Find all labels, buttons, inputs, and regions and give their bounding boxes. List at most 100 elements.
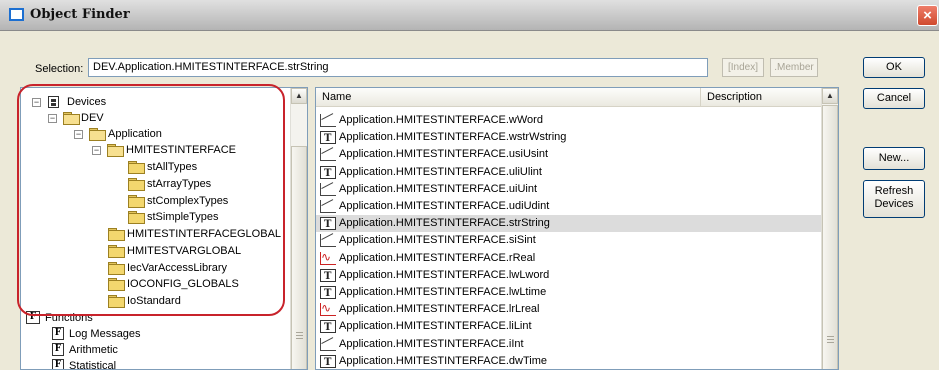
text-icon [320,319,336,336]
ok-button[interactable]: OK [863,57,925,78]
folder-icon [128,195,145,208]
list-scrollbar[interactable]: ▲ [821,88,838,369]
collapse-icon[interactable]: − [48,114,57,123]
folder-icon [108,228,125,241]
list-row[interactable]: Application.HMITESTINTERFACE.siSint [316,232,823,249]
tree-label: stComplexTypes [147,195,229,207]
text-icon [320,130,336,147]
window-icon [9,8,24,21]
folder-icon [128,161,145,174]
list-row-name: Application.HMITESTINTERFACE.strString [339,217,550,230]
line-icon [320,114,336,127]
list-row-name: Application.HMITESTINTERFACE.liLint [339,320,532,333]
tree-scroll-thumb[interactable] [291,146,307,369]
real-icon [320,249,336,266]
list-row[interactable]: Application.HMITESTINTERFACE.rReal [316,249,823,267]
refresh-devices-button[interactable]: Refresh Devices [863,180,925,218]
close-button[interactable]: × [917,5,938,26]
list-row[interactable]: Application.HMITESTINTERFACE.iInt [316,336,823,353]
function-icon: F [52,359,64,369]
tree-label: Functions [45,312,93,324]
list-scroll-thumb[interactable] [822,105,838,369]
scroll-up-arrow-icon[interactable]: ▲ [291,88,307,104]
list-row-name: Application.HMITESTINTERFACE.wWord [339,114,543,126]
folder-open-icon [107,144,124,157]
line-icon [320,148,336,162]
tree-label: stSimpleTypes [147,211,219,223]
line-icon [320,182,336,196]
folder-open-icon [89,128,106,141]
text-icon [320,354,336,369]
scroll-up-arrow-icon[interactable]: ▲ [822,88,838,104]
selection-input[interactable]: DEV.Application.HMITESTINTERFACE.strStri… [88,58,708,77]
list-row-name: Application.HMITESTINTERFACE.uliUlint [339,165,542,178]
tree-label: stAllTypes [147,161,198,173]
collapse-icon[interactable]: − [74,130,83,139]
tree-label: HMITESTINTERFACEGLOBAL [127,228,282,240]
list-row-name: Application.HMITESTINTERFACE.udiUdint [339,200,550,212]
cancel-button[interactable]: Cancel [863,88,925,109]
list-row[interactable]: Application.HMITESTINTERFACE.lrLreal [316,300,823,318]
folder-icon [128,211,145,224]
list-row-name: Application.HMITESTINTERFACE.iInt [339,337,524,350]
list-row[interactable]: Application.HMITESTINTERFACE.strString [316,215,823,233]
list-row-name: Application.HMITESTINTERFACE.siSint [339,234,536,247]
text-icon [320,165,336,182]
collapse-icon[interactable]: − [92,146,101,155]
list-row-name: Application.HMITESTINTERFACE.wstrWstring [339,131,567,144]
column-header-description[interactable]: Description [701,88,823,107]
collapse-icon[interactable]: − [32,98,41,107]
new-button[interactable]: New... [863,147,925,170]
list-row-name: Application.HMITESTINTERFACE.rReal [339,251,536,264]
folder-icon [108,262,125,275]
list-row[interactable]: Application.HMITESTINTERFACE.lwLword [316,267,823,285]
list-row-name: Application.HMITESTINTERFACE.lwLword [339,268,550,281]
member-list[interactable]: Name Description Application.HMITESTINTE… [315,87,839,370]
list-row[interactable]: Application.HMITESTINTERFACE.wstrWstring [316,129,823,147]
index-button[interactable]: [Index] [722,58,764,77]
list-row[interactable]: Application.HMITESTINTERFACE.uliUlint [316,164,823,182]
column-header-name[interactable]: Name [316,88,701,107]
devices-icon [48,96,59,108]
line-icon [320,234,336,248]
list-row[interactable]: Application.HMITESTINTERFACE.dwTime [316,353,823,369]
function-icon: F [52,343,64,356]
tree-label: IoStandard [127,295,181,307]
list-row-name: Application.HMITESTINTERFACE.usiUsint [339,148,549,161]
list-row[interactable]: Application.HMITESTINTERFACE.udiUdint [316,198,823,215]
window-title: Object Finder [30,7,130,22]
tree-label: Application [108,128,162,140]
tree-label: Statistical [69,360,117,370]
folder-icon [108,245,125,258]
folder-icon [108,278,125,291]
list-row-name: Application.HMITESTINTERFACE.lwLtime [339,286,547,298]
list-row-name: Application.HMITESTINTERFACE.dwTime [339,354,548,367]
member-button[interactable]: .Member [770,58,818,77]
text-icon [320,216,336,233]
real-icon [320,300,336,317]
tree-label: IOCONFIG_GLOBALS [127,278,239,290]
line-icon [320,200,336,213]
tree-scrollbar[interactable]: ▲ [290,88,307,369]
list-row[interactable]: Application.HMITESTINTERFACE.wWord [316,112,823,129]
line-icon [320,337,336,351]
refresh-button-line2: Devices [874,198,914,210]
tree-label: Log Messages [69,328,141,340]
tree-label: Devices [67,96,107,108]
tree-label: IecVarAccessLibrary [127,262,228,274]
folder-open-icon [63,112,80,125]
object-finder-window: Object Finder × Selection: DEV.Applicati… [0,0,939,370]
title-bar[interactable]: Object Finder × [0,0,939,31]
device-tree[interactable]: − Devices − DEV − Application − HMITESTI… [20,87,308,370]
folder-icon [128,178,145,191]
list-header: Name Description [316,88,823,107]
tree-label: HMITESTVARGLOBAL [127,245,242,257]
list-row[interactable]: Application.HMITESTINTERFACE.liLint [316,318,823,336]
tree-label: Arithmetic [69,344,118,356]
refresh-button-line1: Refresh [874,185,914,197]
list-row[interactable]: Application.HMITESTINTERFACE.usiUsint [316,146,823,163]
selection-label: Selection: [35,63,84,75]
list-row[interactable]: Application.HMITESTINTERFACE.lwLtime [316,284,823,302]
list-row[interactable]: Application.HMITESTINTERFACE.uiUint [316,181,823,198]
text-icon [320,285,336,302]
